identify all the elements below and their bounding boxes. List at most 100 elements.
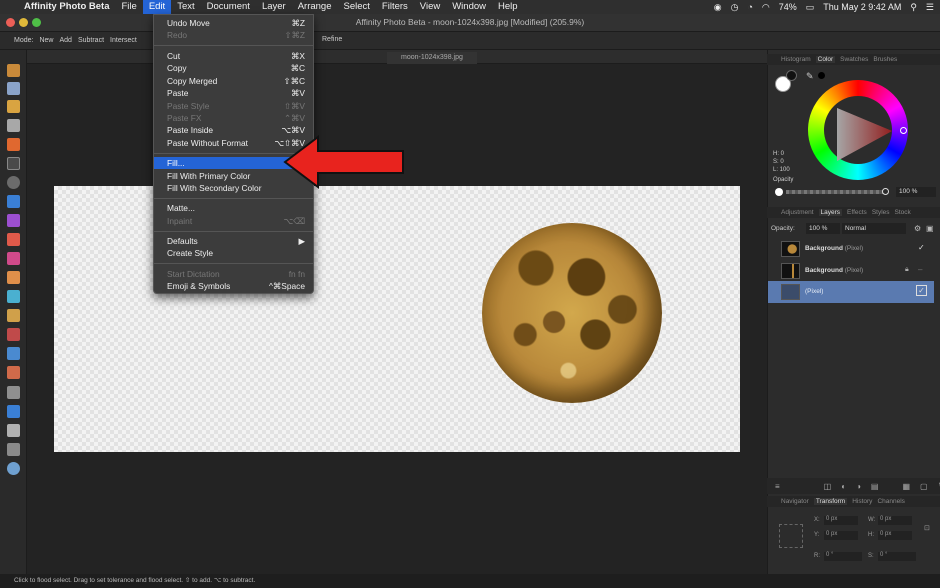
clone-tool-icon[interactable]: [7, 309, 20, 322]
eyedropper-icon[interactable]: ✎: [806, 71, 814, 82]
tab-styles[interactable]: Styles: [872, 209, 890, 216]
mode-intersect-button[interactable]: Intersect: [110, 37, 137, 44]
link-aspect-icon[interactable]: ⊡: [924, 524, 930, 532]
s-field[interactable]: 0 °: [878, 552, 916, 561]
menu-filters[interactable]: Filters: [376, 0, 414, 14]
menu-help[interactable]: Help: [492, 0, 524, 14]
tab-brushes[interactable]: Brushes: [873, 56, 897, 63]
mode-new-button[interactable]: New: [39, 37, 53, 44]
menu-item-undo-move[interactable]: Undo Move ⌘Z: [154, 17, 313, 29]
datetime[interactable]: Thu May 2 9:42 AM: [823, 2, 901, 12]
selection-brush-tool-icon[interactable]: [7, 138, 20, 151]
hand-tool-icon[interactable]: [7, 64, 20, 77]
menu-edit[interactable]: Edit: [142, 0, 172, 14]
adjustment-layer-icon[interactable]: ◐: [841, 482, 846, 491]
menu-app[interactable]: Affinity Photo Beta: [18, 0, 116, 14]
color-replacement-tool-icon[interactable]: [7, 252, 20, 265]
mode-subtract-button[interactable]: Subtract: [78, 37, 104, 44]
mode-add-button[interactable]: Add: [59, 37, 71, 44]
status-icon-1[interactable]: ◉: [714, 2, 722, 13]
sponge-tool-icon[interactable]: [7, 366, 20, 379]
tab-layers[interactable]: Layers: [818, 209, 843, 216]
menu-text[interactable]: Text: [171, 0, 200, 14]
w-field[interactable]: 0 px: [878, 516, 912, 525]
menu-window[interactable]: Window: [446, 0, 492, 14]
menu-file[interactable]: File: [116, 0, 143, 14]
dodge-tool-icon[interactable]: [7, 290, 20, 303]
menu-arrange[interactable]: Arrange: [292, 0, 338, 14]
menu-item-matte[interactable]: Matte...: [154, 202, 313, 214]
layer-row[interactable]: Background (Pixel) 🔒︎ –: [768, 260, 934, 282]
live-filter-icon[interactable]: ◑: [856, 482, 861, 491]
menu-item-emoji-symbols[interactable]: Emoji & Symbols ^⌘Space: [154, 280, 313, 292]
clock-icon[interactable]: ◔: [747, 2, 752, 12]
menu-item-copy[interactable]: Copy ⌘C: [154, 62, 313, 74]
layer-lock-icon[interactable]: ▣: [926, 224, 934, 233]
tab-stock[interactable]: Stock: [895, 209, 911, 216]
opacity-slider-start[interactable]: [775, 188, 783, 196]
marquee-tool-icon[interactable]: [7, 176, 20, 189]
battery-icon[interactable]: ▭: [806, 2, 815, 13]
time-machine-icon[interactable]: ◷: [731, 2, 739, 13]
red-eye-tool-icon[interactable]: [7, 328, 20, 341]
layers-menu-icon[interactable]: ≡: [775, 482, 780, 491]
move-tool-icon[interactable]: [7, 82, 20, 95]
layer-visibility-check-icon[interactable]: ✓: [916, 285, 927, 296]
document-tab[interactable]: moon-1024x398.jpg: [387, 52, 477, 64]
pen-tool-icon[interactable]: [7, 386, 20, 399]
flood-fill-tool-icon[interactable]: [7, 195, 20, 208]
notification-center-icon[interactable]: ☰: [926, 2, 934, 13]
tab-histogram[interactable]: Histogram: [781, 56, 811, 63]
shape-tool-icon[interactable]: [7, 405, 20, 418]
hue-handle[interactable]: [900, 127, 907, 134]
zoom-tool-icon[interactable]: [7, 462, 20, 475]
layer-opacity-field[interactable]: 100 %: [806, 223, 840, 234]
tab-channels[interactable]: Channels: [877, 498, 904, 505]
add-pixel-layer-icon[interactable]: ▢: [920, 482, 928, 491]
opacity-slider-handle[interactable]: [882, 188, 889, 195]
color-picker-tool-icon[interactable]: [7, 100, 20, 113]
mask-layer-icon[interactable]: ◫: [824, 482, 832, 491]
secondary-color-swatch[interactable]: [786, 70, 797, 81]
tab-transform[interactable]: Transform: [813, 498, 848, 505]
menu-select[interactable]: Select: [338, 0, 376, 14]
layer-visibility-check-icon[interactable]: ✓: [918, 243, 925, 252]
layer-visibility-check-icon[interactable]: –: [918, 265, 922, 274]
spotlight-search-icon[interactable]: ⚲: [910, 2, 917, 13]
tab-history[interactable]: History: [852, 498, 872, 505]
menu-item-defaults[interactable]: Defaults ▶: [154, 235, 313, 247]
layer-lock-icon[interactable]: 🔒︎: [905, 266, 909, 274]
flood-select-tool-icon[interactable]: [7, 157, 20, 170]
y-field[interactable]: 0 px: [824, 531, 858, 540]
r-field[interactable]: 0 °: [824, 552, 862, 561]
opacity-slider[interactable]: [786, 190, 886, 194]
layer-row-selected[interactable]: (Pixel) ✓: [768, 281, 934, 303]
menu-view[interactable]: View: [414, 0, 446, 14]
x-field[interactable]: 0 px: [824, 516, 858, 525]
tab-swatches[interactable]: Swatches: [840, 56, 868, 63]
h-field[interactable]: 0 px: [878, 531, 912, 540]
refine-button[interactable]: Refine: [322, 36, 342, 43]
fx-icon[interactable]: ▤: [871, 482, 879, 491]
menu-item-paste[interactable]: Paste ⌘V: [154, 87, 313, 99]
tab-navigator[interactable]: Navigator: [781, 498, 809, 505]
crop-tool-icon[interactable]: [7, 119, 20, 132]
text-tool-icon[interactable]: [7, 424, 20, 437]
menu-item-cut[interactable]: Cut ⌘X: [154, 50, 313, 62]
tab-adjustment[interactable]: Adjustment: [781, 209, 814, 216]
wifi-icon[interactable]: ◠: [762, 2, 770, 13]
blur-brush-tool-icon[interactable]: [7, 347, 20, 360]
layer-row[interactable]: Background (Pixel) ✓: [768, 238, 934, 260]
menu-item-copy-merged[interactable]: Copy Merged ⇧⌘C: [154, 75, 313, 87]
menu-item-create-style[interactable]: Create Style: [154, 247, 313, 259]
tab-effects[interactable]: Effects: [847, 209, 867, 216]
menu-layer[interactable]: Layer: [256, 0, 292, 14]
blend-mode-select[interactable]: Normal: [842, 223, 906, 234]
menu-document[interactable]: Document: [201, 0, 256, 14]
tab-color[interactable]: Color: [815, 56, 836, 63]
opacity-value-field[interactable]: 100 %: [896, 187, 936, 197]
color-triangle[interactable]: [834, 103, 894, 163]
erase-brush-tool-icon[interactable]: [7, 271, 20, 284]
paint-brush-tool-icon[interactable]: [7, 233, 20, 246]
color-mode-icon[interactable]: [818, 72, 825, 79]
